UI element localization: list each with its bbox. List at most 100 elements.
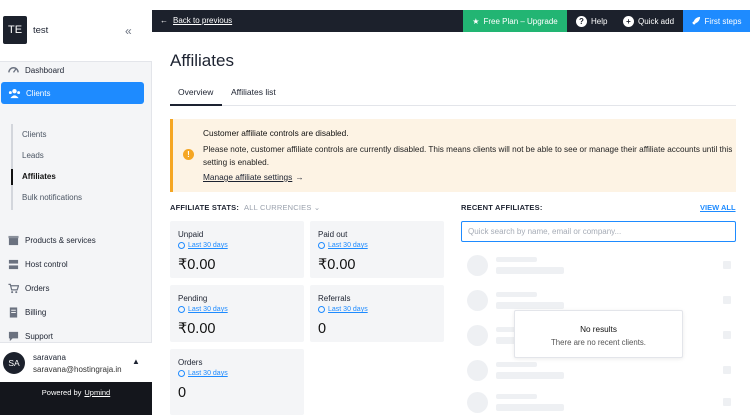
skeleton-row: [467, 392, 737, 414]
users-icon: [7, 86, 21, 100]
star-icon: ★: [472, 16, 480, 26]
period-label: Last 30 days: [188, 370, 228, 377]
user-name: saravana: [33, 353, 66, 362]
subnav-item-clients[interactable]: Clients: [22, 130, 46, 139]
arrow-left-icon: ←: [160, 16, 168, 25]
upgrade-button[interactable]: ★ Free Plan – Upgrade: [463, 10, 567, 32]
cart-icon: [6, 281, 20, 295]
avatar: SA: [3, 352, 25, 374]
page-title: Affiliates: [170, 51, 234, 70]
quick-search-input[interactable]: [461, 221, 736, 242]
quick-add-button[interactable]: + Quick add: [623, 10, 674, 32]
plus-icon: +: [623, 15, 634, 27]
sidebar-item-label: Dashboard: [25, 65, 65, 75]
view-all-link[interactable]: VIEW ALL: [700, 203, 736, 212]
skeleton-row: [467, 360, 737, 382]
sidebar-item-dashboard[interactable]: Dashboard: [0, 59, 152, 81]
chevron-up-icon[interactable]: ▲: [132, 357, 140, 366]
sidebar: TE test « Dashboard Clients Clients Lead…: [0, 0, 152, 415]
sidebar-item-label: Billing: [25, 307, 47, 317]
clock-icon: [178, 370, 185, 377]
sidebar-item-label: Orders: [25, 283, 50, 293]
period-link[interactable]: Last 30 days: [318, 242, 368, 249]
period-link[interactable]: Last 30 days: [178, 370, 228, 377]
alert-title: Customer affiliate controls are disabled…: [203, 128, 349, 138]
period-link[interactable]: Last 30 days: [178, 242, 228, 249]
alert-link-label: Manage affiliate settings: [203, 172, 293, 182]
stat-value: ₹0.00: [178, 321, 216, 337]
help-button[interactable]: ? Help: [576, 10, 607, 32]
tab-affiliates-list[interactable]: Affiliates list: [231, 87, 276, 97]
sidebar-item-label: Products & services: [25, 235, 96, 245]
workspace-name: test: [33, 25, 49, 36]
stat-value: ₹0.00: [318, 257, 356, 273]
stats-heading-label: AFFILIATE STATS:: [170, 203, 240, 212]
tab-overview[interactable]: Overview: [178, 87, 213, 97]
receipt-icon: [6, 305, 20, 319]
powered-by: Powered by Upmind: [0, 382, 152, 415]
stat-label: Pending: [178, 294, 208, 303]
subnav-item-leads[interactable]: Leads: [22, 151, 44, 160]
stat-label: Paid out: [318, 230, 348, 239]
stat-card-paid-out: Paid out Last 30 days ₹0.00: [310, 221, 444, 278]
stat-value: 0: [318, 321, 327, 337]
stat-card-pending: Pending Last 30 days ₹0.00: [170, 285, 304, 342]
arrow-right-icon: →: [295, 172, 304, 182]
period-label: Last 30 days: [188, 242, 228, 249]
sidebar-item-orders[interactable]: Orders: [0, 277, 152, 299]
back-to-previous-link[interactable]: ← Back to previous: [160, 16, 232, 25]
help-icon: ?: [576, 15, 587, 27]
powered-by-link[interactable]: Upmind: [84, 388, 110, 397]
sidebar-item-label: Host control: [25, 259, 68, 269]
workspace-badge: TE: [3, 16, 27, 44]
sidebar-item-host-control[interactable]: Host control: [0, 253, 152, 275]
sidebar-item-clients[interactable]: Clients: [1, 82, 144, 104]
chat-icon: [6, 329, 20, 343]
sidebar-item-label: Support: [25, 331, 54, 341]
currency-filter-dropdown[interactable]: ALL CURRENCIES ⌄: [244, 203, 320, 212]
chevron-down-icon: ⌄: [313, 203, 321, 212]
back-label: Back to previous: [173, 16, 233, 25]
dashboard-icon: [6, 63, 20, 77]
sidebar-item-label: Clients: [26, 88, 51, 98]
period-label: Last 30 days: [328, 242, 368, 249]
clients-subnav: Clients Leads Affiliates Bulk notificati…: [11, 124, 152, 210]
sidebar-item-billing[interactable]: Billing: [0, 301, 152, 323]
first-steps-label: First steps: [704, 16, 742, 26]
page-tabs: Overview Affiliates list: [170, 80, 736, 106]
period-link[interactable]: Last 30 days: [318, 306, 368, 313]
help-label: Help: [591, 16, 608, 26]
clock-icon: [178, 306, 185, 313]
period-link[interactable]: Last 30 days: [178, 306, 228, 313]
subnav-item-bulk-notifications[interactable]: Bulk notifications: [22, 193, 82, 202]
quick-add-label: Quick add: [638, 16, 675, 26]
warning-icon: !: [183, 149, 194, 160]
manage-affiliate-settings-link[interactable]: Manage affiliate settings →: [203, 172, 304, 182]
skeleton-row: [467, 290, 737, 312]
stat-card-orders: Orders Last 30 days 0: [170, 349, 304, 415]
server-icon: [6, 257, 20, 271]
stat-card-unpaid: Unpaid Last 30 days ₹0.00: [170, 221, 304, 278]
affiliate-stats-heading: AFFILIATE STATS: ALL CURRENCIES ⌄: [170, 203, 320, 212]
warning-alert: ! Customer affiliate controls are disabl…: [170, 119, 736, 192]
empty-state-subtitle: There are no recent clients.: [551, 338, 646, 347]
empty-state: No results There are no recent clients.: [514, 310, 683, 358]
empty-state-title: No results: [580, 325, 617, 334]
powered-by-label: Powered by: [41, 388, 82, 397]
stat-value: ₹0.00: [178, 257, 216, 273]
period-label: Last 30 days: [328, 306, 368, 313]
active-tab-indicator: [170, 104, 222, 106]
collapse-sidebar-icon[interactable]: «: [125, 24, 132, 38]
sidebar-item-products[interactable]: Products & services: [0, 229, 152, 251]
subnav-item-affiliates[interactable]: Affiliates: [22, 172, 56, 181]
clock-icon: [178, 242, 185, 249]
workspace-header[interactable]: TE test «: [0, 0, 152, 62]
upgrade-label: Free Plan – Upgrade: [483, 16, 558, 26]
subnav-active-indicator: [11, 169, 13, 185]
first-steps-button[interactable]: First steps: [683, 10, 750, 32]
stat-label: Orders: [178, 358, 203, 367]
clock-icon: [318, 306, 325, 313]
user-menu[interactable]: SA saravana saravana@hostingraja.in ▲: [0, 342, 152, 382]
skeleton-row: [467, 255, 737, 277]
rocket-icon: [691, 16, 701, 27]
